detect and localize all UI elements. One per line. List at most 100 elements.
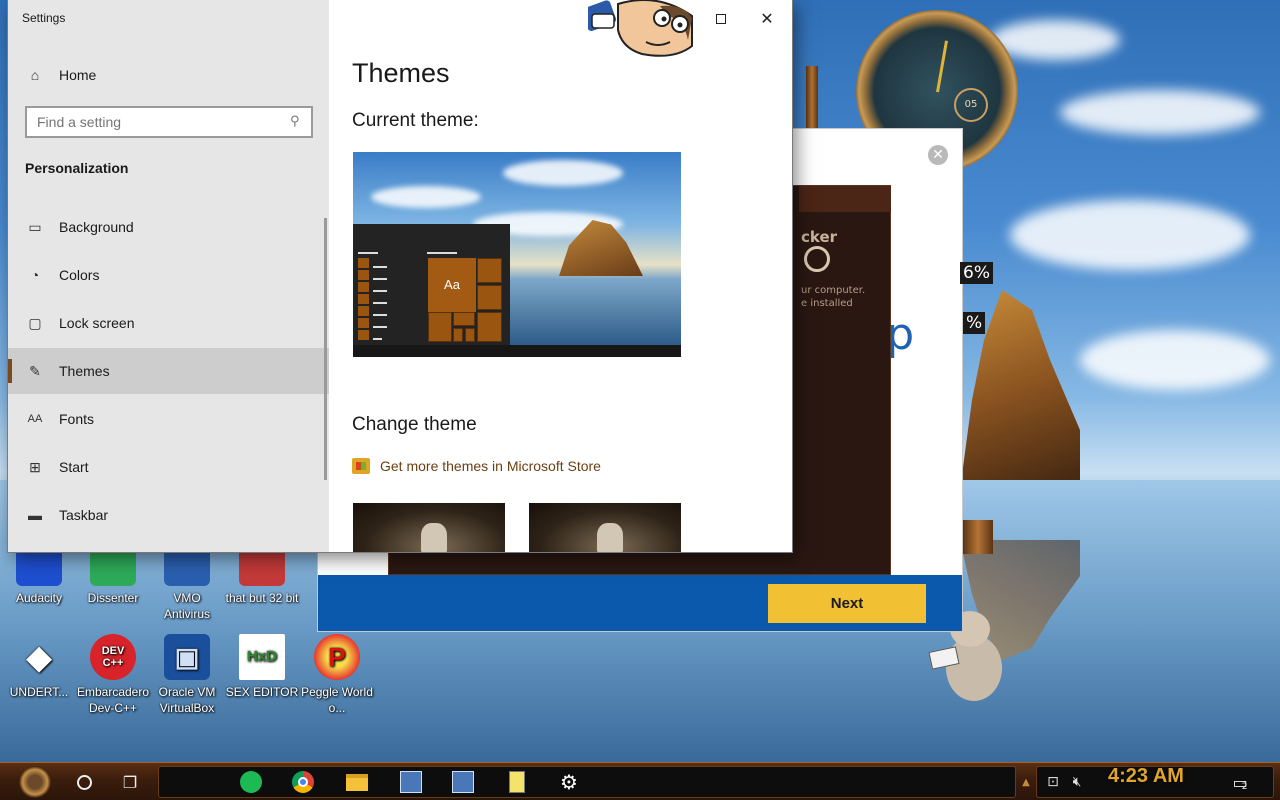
preview-taskbar [353,345,681,357]
clock-subdial: 05 [954,88,988,122]
taskbar-app-chrome[interactable] [288,766,318,798]
desktop-icon-label: that but 32 bit [225,591,299,605]
file-explorer-icon [346,773,368,791]
settings-sidebar: Settings ⌂ Home ⚲ Personalization ▭ Back… [8,0,329,552]
change-theme-heading: Change theme [352,414,477,435]
maximize-button[interactable] [698,4,744,34]
theme-thumbnail[interactable] [353,503,505,552]
installer-close-button[interactable]: ✕ [928,145,948,165]
sidebar-scrollbar[interactable] [324,218,327,480]
sidebar-item-label: Lock screen [59,315,135,331]
percent-readout: % [963,312,986,334]
nav-home[interactable]: ⌂ Home [8,52,329,98]
installer-app-icon-2 [452,771,474,793]
wallpaper-cloud [1060,90,1260,135]
tray-overflow-button[interactable]: ▲ [1018,766,1034,798]
taskbar-app-settings[interactable]: ⚙ [554,766,584,798]
network-button[interactable]: ⊡ [1042,766,1064,798]
steampunk-widget-text: ur computer. e installed [801,285,866,309]
category-heading: Personalization [25,160,129,176]
window-title: Settings [22,11,66,25]
sidebar-item-lock-screen[interactable]: ▢ Lock screen [8,300,329,346]
sidebar-item-colors[interactable]: ◔ Colors [8,252,329,298]
percent-readout: 6% [960,262,993,284]
theme-thumbnail-image [421,523,447,552]
store-link[interactable]: Get more themes in Microsoft Store [352,458,601,474]
chrome-icon [292,771,314,793]
desktop-icon-label: Peggle World o... [301,685,373,715]
desktop-icon-label: UNDERT... [9,685,69,699]
settings-window: Settings ⌂ Home ⚲ Personalization ▭ Back… [8,0,792,552]
cortana-circle-icon [76,774,92,790]
taskbar-apps-strip [158,766,1016,798]
notifications-button[interactable]: ▭ 2 [1226,766,1254,798]
desktop-icon-label: Oracle VM VirtualBox [158,685,216,715]
desktop-icon-devcpp[interactable]: DEV C++ Embarcadero Dev-C++ [76,634,150,716]
taskbar-app-spotify[interactable] [236,766,266,798]
fonts-icon: AA [27,413,43,425]
close-icon: ✕ [760,11,774,28]
maximize-icon [716,14,726,24]
taskbar-icon: ▬ [28,507,42,523]
cortana-button[interactable] [70,766,98,798]
sidebar-item-label: Fonts [59,411,95,427]
task-view-button[interactable]: ❐ [116,766,144,798]
next-button[interactable]: Next [768,584,926,623]
notification-count: 2 [1241,782,1248,792]
sidebar-item-label: Start [59,459,89,475]
desktop-icon-vmo-antivirus[interactable]: VMO Antivirus [150,540,224,622]
taskbar-app-installer-2[interactable] [448,766,478,798]
themes-page: Themes Current theme: Aa Change theme Ge… [329,0,792,552]
volume-button[interactable]: 🔇︎ [1066,766,1088,798]
hxd-icon: HxD [239,634,285,680]
themes-icon: ✎ [29,362,41,379]
sidebar-item-background[interactable]: ▭ Background [8,204,329,250]
sidebar-item-fonts[interactable]: AA Fonts [8,396,329,442]
settings-gear-icon: ⚙ [560,770,578,794]
task-view-icon: ❐ [122,772,138,792]
current-theme-preview: Aa [353,152,681,357]
steampunk-widget-header [799,186,891,212]
wallpaper-cloud [1010,200,1250,270]
wallpaper-cloud [1080,330,1270,390]
search-icon: ⚲ [290,114,300,129]
network-icon: ⊡ [1047,774,1059,790]
preview-cloud [371,186,481,208]
steampunk-start-orb-icon [19,766,51,798]
steampunk-widget-title: cker [801,228,838,246]
steampunk-pipe [963,520,993,554]
store-link-label: Get more themes in Microsoft Store [380,458,601,474]
preview-sample-tile: Aa [428,258,476,312]
home-icon: ⌂ [30,67,40,83]
gear-icon [804,246,830,272]
sidebar-item-themes[interactable]: ✎ Themes [8,348,329,394]
desktop-icon-label: SEX EDITOR [225,685,299,699]
unity-icon: ◆ [26,639,52,675]
desktop-icon-label: VMO Antivirus [163,591,210,621]
cartoon-face-overlay [588,0,693,57]
taskbar-app-notepad[interactable] [502,766,532,798]
sidebar-item-taskbar[interactable]: ▬ Taskbar [8,492,329,538]
desktop-icon-undertale[interactable]: ◆ UNDERT... [2,634,76,700]
installer-app-icon [400,771,422,793]
start-icon: ⊞ [29,458,41,475]
start-button[interactable] [14,766,56,798]
desktop-icon-hxd[interactable]: HxD SEX EDITOR [225,634,299,700]
lock-screen-icon: ▢ [28,314,42,331]
devcpp-icon: DEV C++ [90,634,136,680]
theme-thumbnail[interactable] [529,503,681,552]
desktop-icon-peggle[interactable]: P Peggle World o... [300,634,374,716]
store-bag-icon [352,458,370,474]
taskbar-app-file-explorer[interactable] [342,766,372,798]
sidebar-item-label: Colors [59,267,100,283]
sidebar-item-label: Themes [59,363,110,379]
chevron-up-icon: ▲ [1022,776,1030,788]
desktop-icon-label: Audacity [15,591,63,605]
close-button[interactable]: ✕ [744,4,790,34]
sidebar-item-start[interactable]: ⊞ Start [8,444,329,490]
taskbar-clock[interactable]: 4:23 AM [1108,765,1184,788]
page-title: Themes [352,58,450,88]
search-input[interactable] [25,106,313,138]
desktop-icon-virtualbox[interactable]: ▣ Oracle VM VirtualBox [150,634,224,716]
taskbar-app-installer[interactable] [396,766,426,798]
